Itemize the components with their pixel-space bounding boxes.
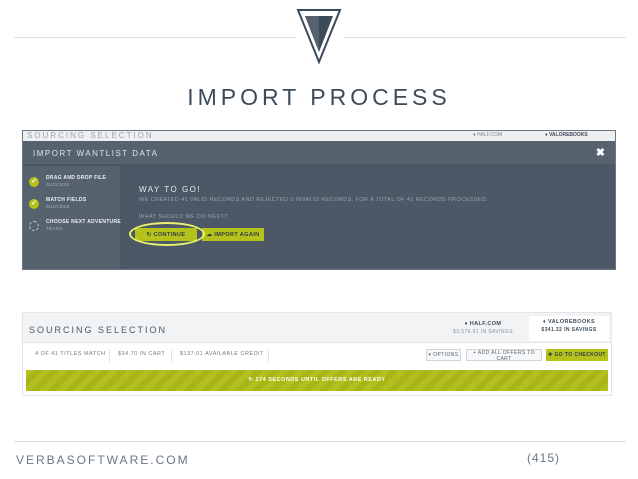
vendor-tab-valore[interactable]: ♦ VALOREBOOKS $341.32 IN SAVINGS [529,316,609,341]
close-icon[interactable]: ✖ [596,146,605,159]
step-next-adventure: CHOOSE NEXT ADVENTURE TRANS [29,218,122,238]
vendor-tab-half[interactable]: ♦ HALF.COM $3,579.91 IN SAVINGS [448,318,518,335]
underlay-title: SOURCING SELECTION [27,131,154,140]
footer-divider [14,441,626,442]
check-circle-icon: ✓ [29,177,39,187]
available-credit: $137.01 AVAILABLE CREDIT [180,351,264,357]
checkout-button[interactable]: ✚ GO TO CHECKOUT [546,349,608,361]
offers-countdown-banner: ↻ 274 SECONDS UNTIL OFFERS ARE READY [26,370,608,391]
cart-summary-row: 4 OF 41 TITLES MATCH $34.70 IN CART $137… [23,344,611,368]
sourcing-header: SOURCING SELECTION ♦ HALF.COM $3,579.91 … [23,313,611,343]
add-all-offers-button[interactable]: + ADD ALL OFFERS TO CART [466,349,542,362]
vendor-savings: $3,579.91 IN SAVINGS [453,329,513,335]
vendor-name: ♦ VALOREBOOKS [542,319,596,325]
vendor-name: ♦ HALF.COM [464,321,502,327]
top-divider-left [14,37,296,38]
modal-header: IMPORT WANTLIST DATA ✖ [23,141,615,165]
step-label: MATCH FIELDS [46,197,87,203]
divider [268,349,269,362]
pending-circle-icon [29,221,39,231]
slide-title: IMPORT PROCESS [187,84,451,110]
import-again-button[interactable]: ☁ IMPORT AGAIN [202,228,264,241]
step-drag-drop: ✓ DRAG AND DROP FILE SUCCESS [29,174,119,194]
countdown-text: ↻ 274 SECONDS UNTIL OFFERS ARE READY [248,377,386,383]
continue-button[interactable]: ↻ CONTINUE [135,228,197,241]
modal-steps-sidebar: ✓ DRAG AND DROP FILE SUCCESS ✓ MATCH FIE… [23,166,122,269]
page-number: (415) [526,451,560,465]
underlay-valore-tab: ♦ VALOREBOOKS [545,132,588,138]
options-button[interactable]: ▾ OPTIONS [426,349,461,361]
step-match-fields: ✓ MATCH FIELDS SUCCESS [29,196,119,216]
check-circle-icon: ✓ [29,199,39,209]
step-status: SUCCESS [46,204,70,209]
success-heading: WAY TO GO! [139,185,202,194]
step-label: CHOOSE NEXT ADVENTURE [46,219,122,225]
cart-total: $34.70 IN CART [118,351,166,357]
divider [171,349,172,362]
sourcing-selection-screenshot: SOURCING SELECTION ♦ HALF.COM $3,579.91 … [22,312,612,396]
underlay-half-tab: ♦ HALF.COM [473,132,503,138]
records-summary: WE CREATED 41 VALID RECORDS AND REJECTED… [139,197,489,203]
next-step-question: WHAT SHOULD WE DO NEXT? [139,214,228,220]
import-modal-screenshot: SOURCING SELECTION ♦ HALF.COM ♦ VALOREBO… [22,130,616,270]
sourcing-underlay: SOURCING SELECTION ♦ HALF.COM ♦ VALOREBO… [23,131,615,141]
divider [109,349,110,362]
titles-match-count: 4 OF 41 TITLES MATCH [35,351,106,357]
step-status: SUCCESS [46,182,70,187]
modal-content: WAY TO GO! WE CREATED 41 VALID RECORDS A… [122,166,615,269]
footer-site-link: VERBASOFTWARE.COM [16,453,190,467]
step-label: DRAG AND DROP FILE [46,175,107,181]
top-divider-right [344,37,626,38]
verba-logo-icon [296,9,342,64]
vendor-savings: $341.32 IN SAVINGS [541,327,597,333]
step-status: TRANS [46,226,63,231]
sourcing-title: SOURCING SELECTION [29,325,168,335]
modal-title: IMPORT WANTLIST DATA [33,149,159,158]
